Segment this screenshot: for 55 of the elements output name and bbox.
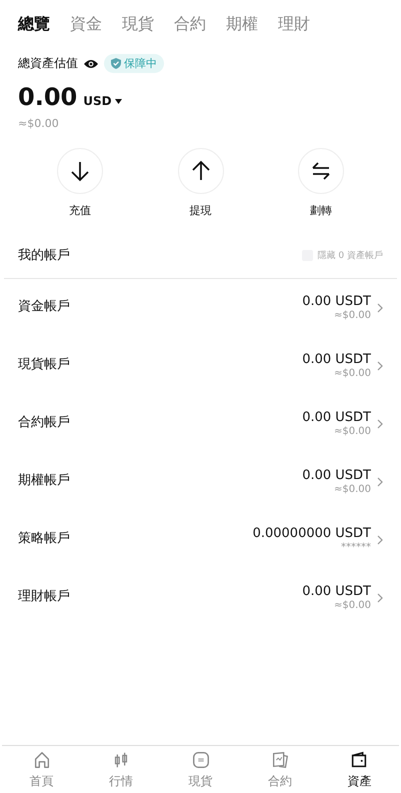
account-name[interactable]: 策略帳戶 [18, 526, 70, 547]
nav-tab[interactable]: 行情 [81, 746, 161, 793]
tab[interactable]: 期權 [216, 12, 268, 36]
chevron-right-icon[interactable] [377, 360, 383, 370]
action-label: 劃轉 [310, 203, 332, 218]
withdraw-button[interactable] [178, 148, 224, 194]
nav-tab[interactable]: 現貨 [160, 746, 240, 793]
account-name[interactable]: 理財帳戶 [18, 584, 70, 605]
account-approx-value: ≈$0.00 [334, 600, 371, 611]
tab[interactable]: 合約 [164, 12, 216, 36]
account-balance: 0.00 USDT [302, 410, 371, 425]
action-label: 充值 [69, 203, 91, 218]
protection-badge: 保障中 [104, 54, 164, 73]
action-label: 提現 [190, 203, 212, 218]
account-name[interactable]: 現貨帳戶 [18, 352, 70, 373]
caret-icon [114, 98, 122, 104]
total-assets-label: 總資產估值 [18, 55, 78, 72]
approx-value: ≈$0.00 [18, 117, 60, 130]
deposit-button[interactable] [57, 148, 103, 194]
shield-icon [111, 58, 121, 69]
account-balance: 0.00000000 USDT [252, 526, 371, 541]
account-name[interactable]: 合約帳戶 [18, 410, 70, 431]
chevron-right-icon[interactable] [377, 302, 383, 312]
tab[interactable]: 現貨 [112, 12, 164, 36]
account-balance: 0.00 USDT [302, 352, 371, 367]
account-approx-value: ≈$0.00 [334, 368, 371, 379]
nav-tab[interactable]: 首頁 [2, 746, 82, 793]
nav-tab[interactable]: 合約 [240, 746, 320, 793]
chevron-right-icon[interactable] [377, 592, 383, 602]
account-balance: 0.00 USDT [302, 584, 371, 599]
transfer-button[interactable] [298, 148, 344, 194]
swap-arrows-icon [310, 160, 332, 182]
chevron-right-icon[interactable] [377, 476, 383, 486]
section-title: 我的帳戶 [18, 247, 70, 264]
tab[interactable]: 總覽 [8, 12, 60, 36]
account-name[interactable]: 資金帳戶 [18, 294, 70, 315]
currency-selector[interactable]: USD [83, 94, 122, 108]
account-approx-value: ≈$0.00 [334, 484, 371, 495]
exchange-icon [190, 750, 211, 770]
nav-tab[interactable]: 資產 [320, 746, 400, 793]
account-approx-value: ≈$0.00 [334, 310, 371, 321]
eye-icon[interactable] [84, 58, 98, 68]
total-amount: 0.00 [18, 83, 78, 111]
account-balance: 0.00 USDT [302, 294, 371, 309]
account-name[interactable]: 期權帳戶 [18, 468, 70, 489]
tab[interactable]: 資金 [60, 12, 112, 36]
chevron-right-icon[interactable] [377, 534, 383, 544]
account-approx-value: ≈$0.00 [334, 426, 371, 437]
arrow-up-icon [190, 160, 212, 182]
chevron-right-icon[interactable] [377, 418, 383, 428]
arrow-down-icon [69, 160, 91, 182]
account-balance: 0.00 USDT [302, 468, 371, 483]
hide-zero-toggle[interactable]: 隱藏 0 資產帳戶 [302, 248, 383, 262]
tab[interactable]: 理財 [268, 12, 320, 36]
account-approx-value: ****** [341, 542, 371, 553]
